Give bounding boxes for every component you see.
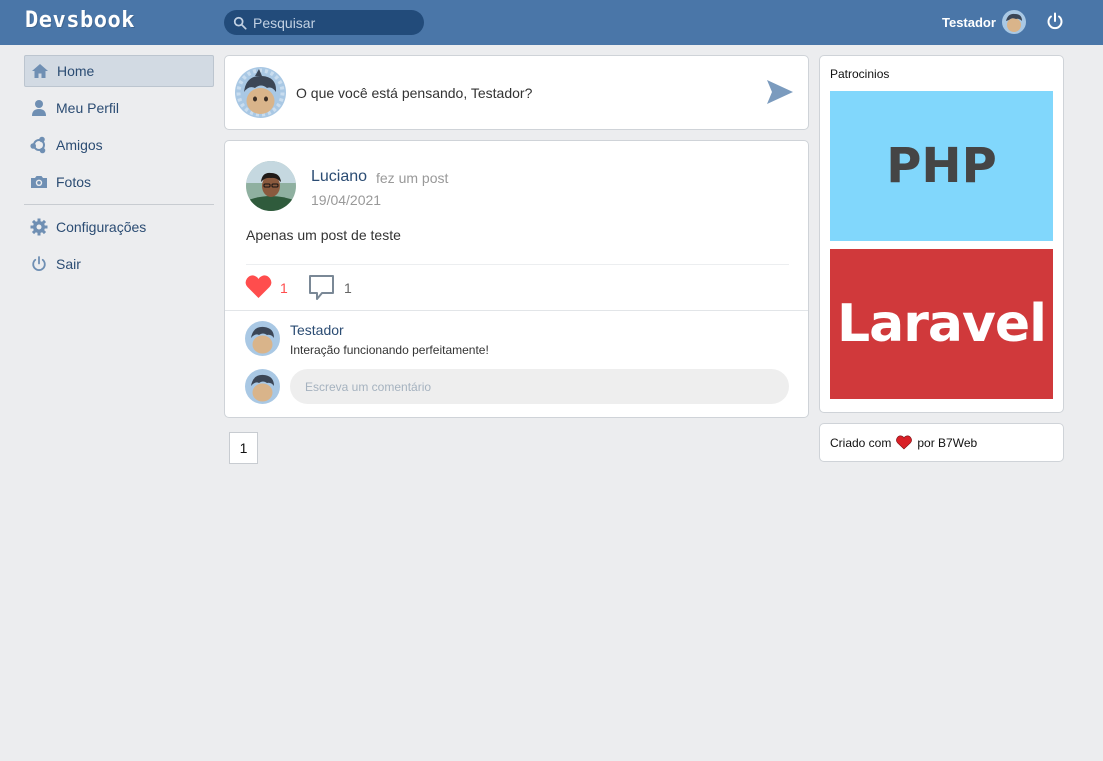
laravel-ad-banner[interactable]: Laravel bbox=[830, 249, 1053, 399]
comment-author-avatar[interactable] bbox=[245, 321, 280, 356]
gear-icon bbox=[30, 218, 48, 236]
sidebar-nav: Home Meu Perfil Amigos Fotos Configuraçõ… bbox=[24, 55, 214, 285]
sidebar-item-home[interactable]: Home bbox=[24, 55, 214, 87]
sidebar-item-photos[interactable]: Fotos bbox=[24, 166, 214, 198]
comment-author-name[interactable]: Testador bbox=[290, 322, 344, 338]
header-user-name[interactable]: Testador bbox=[942, 15, 996, 30]
sidebar-divider bbox=[24, 204, 214, 205]
sponsors-title: Patrocinios bbox=[830, 67, 890, 81]
sidebar-item-profile[interactable]: Meu Perfil bbox=[24, 92, 214, 124]
comment-icon[interactable] bbox=[308, 274, 335, 301]
sidebar-item-label: Configurações bbox=[56, 219, 147, 235]
heart-icon[interactable] bbox=[245, 274, 272, 299]
footer-credits: Criado com por B7Web bbox=[819, 423, 1064, 462]
post-date: 19/04/2021 bbox=[311, 192, 382, 208]
power-icon bbox=[30, 255, 48, 273]
post-divider bbox=[246, 264, 789, 265]
footer-suffix: por B7Web bbox=[917, 435, 978, 450]
home-icon bbox=[31, 62, 49, 80]
sidebar-item-label: Sair bbox=[56, 256, 81, 272]
pagination-page-1[interactable]: 1 bbox=[229, 432, 258, 464]
footer-prefix: Criado com bbox=[830, 435, 892, 450]
sidebar-item-settings[interactable]: Configurações bbox=[24, 211, 214, 243]
search-icon bbox=[233, 16, 247, 30]
sidebar-item-friends[interactable]: Amigos bbox=[24, 129, 214, 161]
logo[interactable]: Devsbook bbox=[25, 8, 135, 33]
logout-power-icon[interactable] bbox=[1045, 11, 1065, 31]
search-input[interactable] bbox=[253, 14, 413, 31]
sidebar-item-label: Fotos bbox=[56, 174, 92, 190]
php-ad-banner[interactable]: PHP bbox=[830, 91, 1053, 241]
sidebar-item-label: Amigos bbox=[56, 137, 103, 153]
sidebar-item-label: Meu Perfil bbox=[56, 100, 120, 116]
new-comment-avatar bbox=[245, 369, 280, 404]
comment-count: 1 bbox=[344, 280, 352, 296]
sponsors-panel: Patrocinios PHP Laravel bbox=[819, 55, 1064, 413]
like-count: 1 bbox=[280, 280, 288, 296]
sidebar-item-label: Home bbox=[57, 63, 95, 79]
post-author-avatar[interactable] bbox=[246, 161, 296, 211]
post-author-name[interactable]: Luciano bbox=[311, 168, 367, 186]
comments-divider bbox=[225, 310, 808, 311]
comment-text: Interação funcionando perfeitamente! bbox=[290, 343, 489, 357]
composer-prompt[interactable]: O que você está pensando, Testador? bbox=[296, 85, 532, 101]
post-composer: O que você está pensando, Testador? bbox=[224, 55, 809, 130]
heart-icon bbox=[896, 435, 913, 450]
friends-icon bbox=[30, 136, 48, 154]
header-avatar[interactable] bbox=[1002, 10, 1026, 34]
comment-input[interactable] bbox=[290, 369, 789, 404]
post-body: Apenas um post de teste bbox=[246, 227, 401, 243]
user-icon bbox=[30, 99, 48, 117]
sidebar-item-logout[interactable]: Sair bbox=[24, 248, 214, 280]
top-header: Devsbook Testador bbox=[0, 0, 1103, 45]
search-box[interactable] bbox=[224, 10, 424, 35]
composer-avatar bbox=[235, 67, 286, 118]
camera-icon bbox=[30, 173, 48, 191]
post-action-text: fez um post bbox=[376, 170, 449, 186]
feed-post: Luciano fez um post 19/04/2021 Apenas um… bbox=[224, 140, 809, 418]
send-icon[interactable] bbox=[766, 79, 794, 105]
